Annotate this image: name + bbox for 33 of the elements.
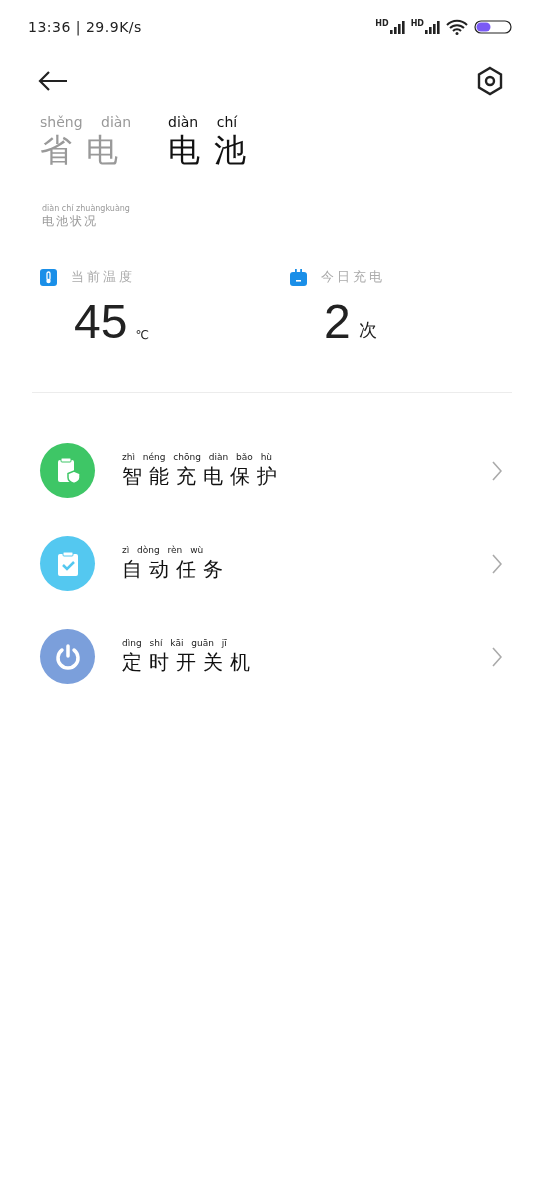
stat-label: 今日充电 [321, 268, 385, 286]
battery-icon [474, 20, 512, 34]
menu-icon-circle[interactable] [40, 629, 95, 684]
menu-icon-circle[interactable] [40, 536, 95, 591]
menu-pinyin: dìng shí kāi guān jī [122, 638, 228, 649]
menu-label[interactable]: 定时开关机 [122, 649, 492, 675]
back-arrow-icon[interactable] [38, 71, 68, 91]
section-title: 电池状况 [42, 214, 99, 228]
network-label: HD [410, 20, 424, 28]
tab[interactable]: diàn chí 电池 [168, 114, 260, 170]
power-icon [53, 642, 82, 671]
chevron-right-icon[interactable] [492, 553, 502, 574]
signal-icon [425, 20, 440, 34]
stat-value: 45 [74, 298, 128, 346]
menu-pinyin: zhì néng chōng diàn bǎo hù [122, 452, 274, 463]
menu-pinyin: zì dòng rèn wù [122, 545, 205, 556]
stat-label: 当前温度 [71, 268, 135, 286]
wifi-icon [446, 19, 468, 35]
stat-unit: 次 [358, 318, 377, 342]
status-time: 13:36 | 29.9K/s [28, 19, 142, 35]
menu-label[interactable]: 自动任务 [122, 556, 492, 582]
network-label: HD [375, 20, 389, 28]
menu-label[interactable]: 智能充电保护 [122, 463, 492, 489]
stat-value: 2 [324, 298, 351, 346]
thermometer-icon [40, 268, 57, 286]
menu-icon-circle[interactable] [40, 443, 95, 498]
chevron-right-icon[interactable] [492, 646, 502, 667]
signal-icon [389, 20, 405, 34]
plug-icon [290, 268, 307, 286]
settings-icon[interactable] [476, 66, 504, 96]
stat-unit: ℃ [135, 328, 149, 344]
section-pinyin: diàn chí zhuàngkuàng [42, 204, 131, 214]
chevron-right-icon[interactable] [492, 460, 502, 481]
